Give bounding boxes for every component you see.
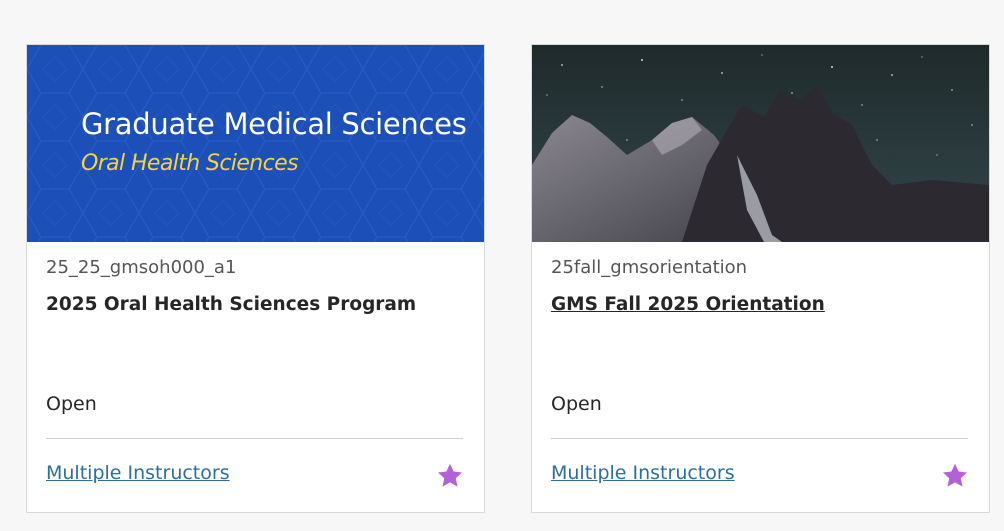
course-id: 25fall_gmsorientation bbox=[551, 257, 748, 278]
card-divider bbox=[46, 438, 463, 439]
course-banner-image[interactable] bbox=[532, 45, 989, 242]
instructors-link[interactable]: Multiple Instructors bbox=[46, 462, 230, 484]
instructors-link[interactable]: Multiple Instructors bbox=[551, 462, 735, 484]
favorite-star-icon[interactable] bbox=[435, 461, 465, 491]
card-divider bbox=[551, 438, 968, 439]
course-card[interactable]: 25fall_gmsorientation GMS Fall 2025 Orie… bbox=[531, 44, 990, 513]
course-name-link[interactable]: GMS Fall 2025 Orientation bbox=[551, 294, 825, 315]
banner-background bbox=[27, 45, 484, 242]
banner-subtitle: Oral Health Sciences bbox=[81, 151, 299, 176]
night-sky-mountains-image bbox=[532, 45, 989, 242]
course-card[interactable]: Graduate Medical Sciences Oral Health Sc… bbox=[26, 44, 485, 513]
course-status: Open bbox=[551, 393, 602, 415]
course-id: 25_25_gmsoh000_a1 bbox=[46, 257, 237, 278]
course-status: Open bbox=[46, 393, 97, 415]
favorite-star-icon[interactable] bbox=[940, 461, 970, 491]
course-name: 2025 Oral Health Sciences Program bbox=[46, 294, 417, 315]
course-banner-image[interactable]: Graduate Medical Sciences Oral Health Sc… bbox=[27, 45, 484, 242]
banner-title: Graduate Medical Sciences bbox=[81, 107, 467, 141]
course-grid: Graduate Medical Sciences Oral Health Sc… bbox=[0, 0, 1004, 531]
